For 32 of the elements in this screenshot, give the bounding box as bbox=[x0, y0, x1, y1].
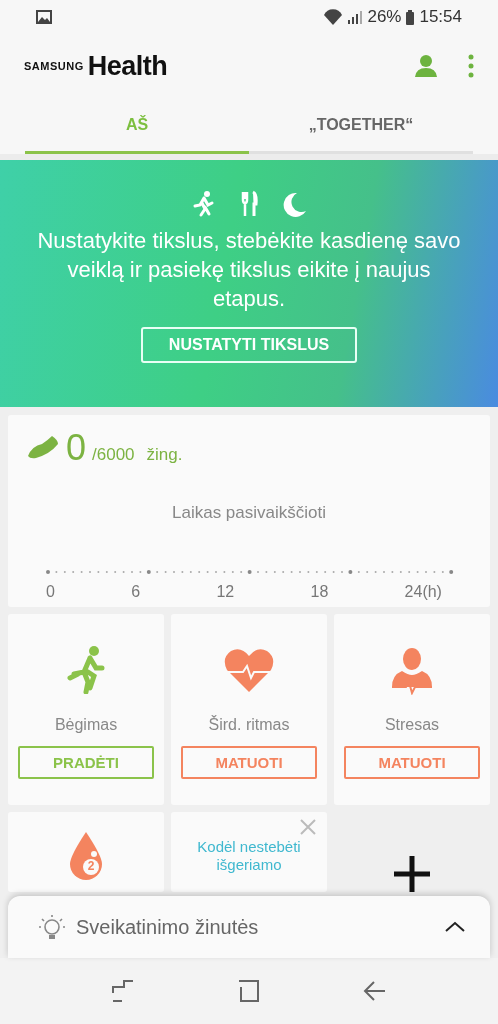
tracker-label: Stresas bbox=[384, 716, 440, 734]
axis-label: 18 bbox=[310, 583, 329, 601]
tracker-label: Bėgimas bbox=[54, 716, 118, 734]
clock: 15:54 bbox=[419, 7, 462, 27]
axis-label: 0 bbox=[46, 583, 55, 601]
step-unit: žing. bbox=[146, 445, 183, 465]
axis-label: 24(h) bbox=[404, 583, 442, 601]
brand-logo: SAMSUNG bbox=[24, 60, 84, 72]
tracker-tile[interactable]: Šird. ritmas MATUOTI bbox=[171, 614, 327, 805]
axis-label: 12 bbox=[216, 583, 235, 601]
tracker-tile[interactable]: Bėgimas PRADĖTI bbox=[8, 614, 164, 805]
tip-text: Kodėl nestebėti išgeriamo bbox=[196, 838, 302, 874]
tip-tile[interactable]: Kodėl nestebėti išgeriamo bbox=[171, 812, 327, 892]
step-count: 0 bbox=[66, 427, 87, 469]
tracker-tile[interactable]: 2 bbox=[8, 812, 164, 892]
banner-message: Nustatykite tikslus, stebėkite kasdienę savo veiklą ir pasiekę tikslus eikite į naujus etapus. bbox=[36, 227, 462, 313]
app-title: Health bbox=[87, 50, 168, 82]
tab[interactable]: „TOGETHER“ bbox=[249, 98, 473, 154]
walk-reminder: Laikas pasivaikščioti bbox=[171, 503, 327, 523]
battery-level: 26% bbox=[367, 7, 402, 27]
axis-label: 6 bbox=[131, 583, 141, 601]
steps-card[interactable]: 0 /6000 žing. Laikas pasivaikščioti 0 6 12 18 24(h) bbox=[8, 415, 490, 607]
tracker-button[interactable]: PRADĖTI bbox=[18, 746, 154, 779]
tab[interactable]: AŠ bbox=[25, 98, 249, 154]
sheet-title: Sveikatinimo žinutės bbox=[76, 915, 260, 939]
tracker-tile[interactable]: Stresas MATUOTI bbox=[334, 614, 490, 805]
tracker-button[interactable]: MATUOTI bbox=[181, 746, 317, 779]
tracker-label: Šird. ritmas bbox=[208, 716, 290, 734]
set-goals-button[interactable]: NUSTATYTI TIKSLUS bbox=[140, 327, 358, 363]
tracker-button[interactable]: MATUOTI bbox=[344, 746, 480, 779]
step-goal: /6000 bbox=[92, 445, 135, 465]
water-count: 2 bbox=[86, 859, 96, 873]
